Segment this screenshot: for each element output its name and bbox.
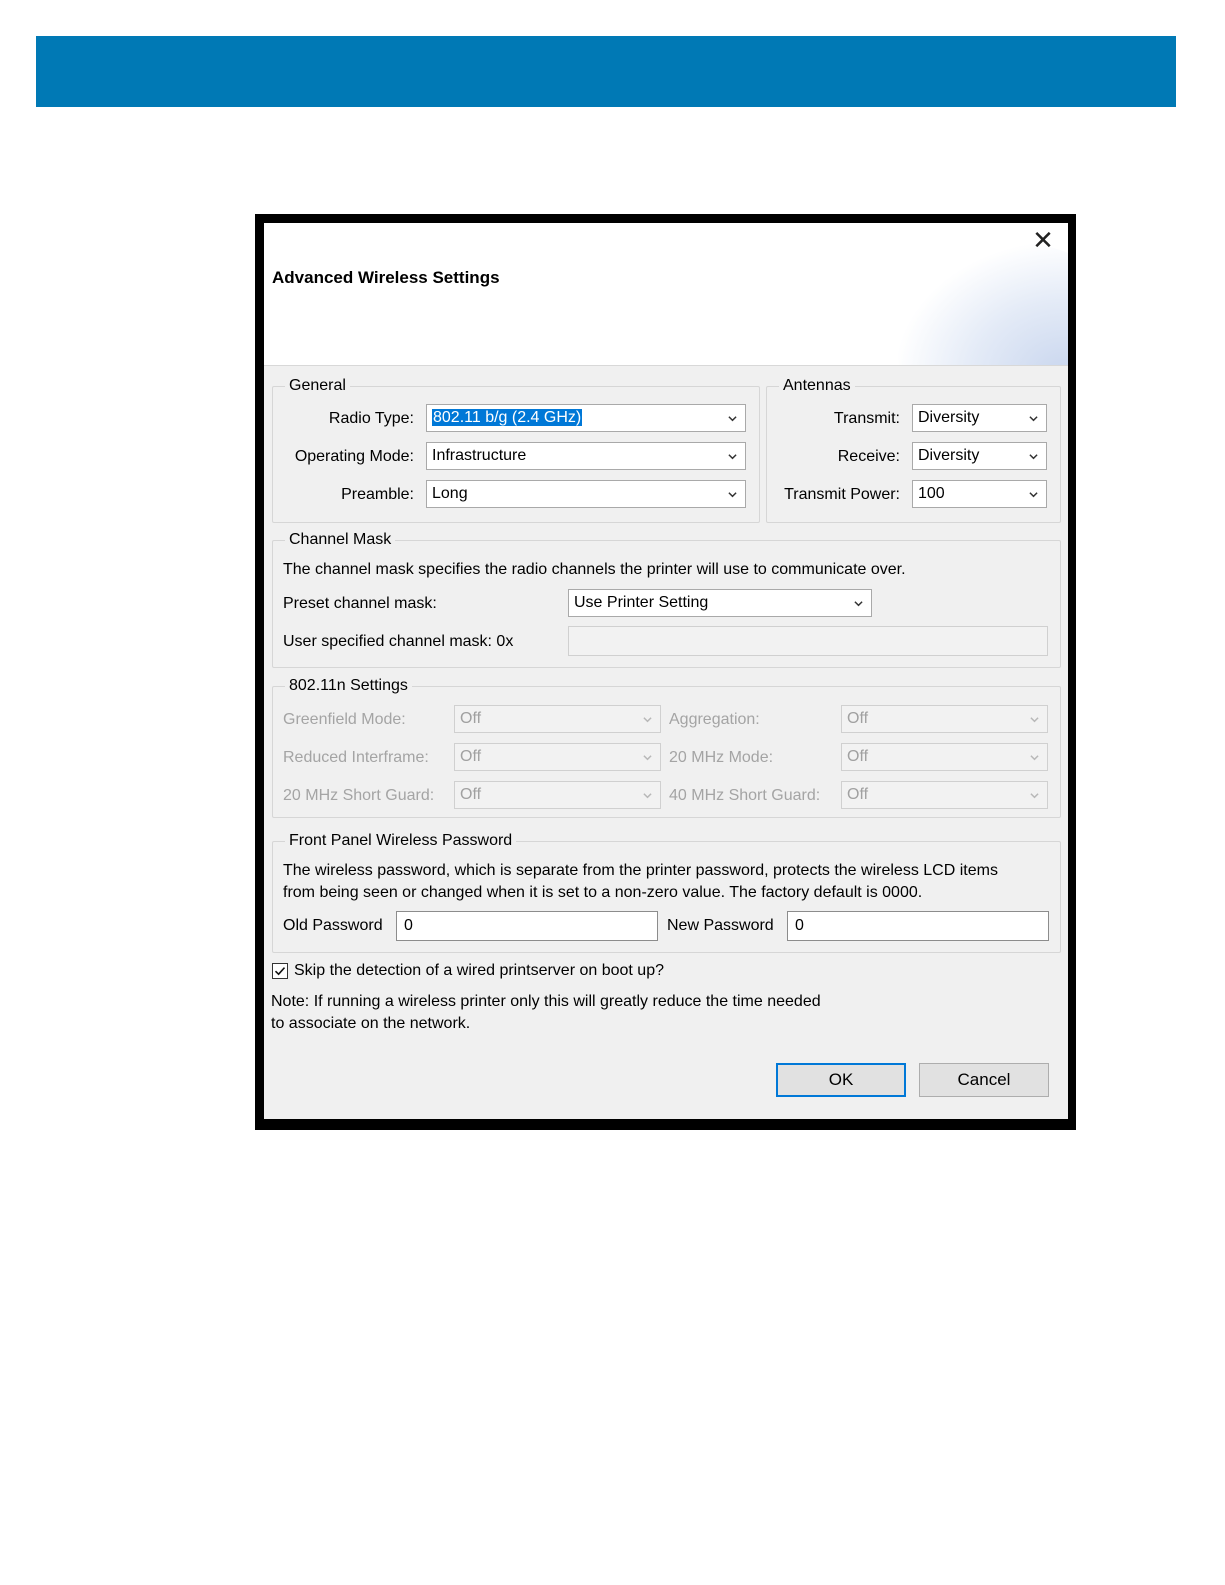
chevron-down-icon: [1029, 492, 1038, 498]
note-line2: to associate on the network.: [271, 1015, 471, 1032]
note-line1: Note: If running a wireless printer only…: [271, 993, 821, 1010]
chevron-down-icon: [643, 717, 652, 723]
operating-mode-label: Operating Mode:: [294, 448, 414, 465]
radio-type-value: 802.11 b/g (2.4 GHz): [432, 409, 583, 426]
cancel-button[interactable]: Cancel: [919, 1063, 1049, 1097]
preset-channel-mask-label: Preset channel mask:: [283, 595, 437, 612]
receive-dropdown[interactable]: Diversity: [912, 442, 1047, 470]
antennas-legend: Antennas: [779, 377, 855, 395]
reduced-interframe-dropdown[interactable]: Off: [454, 743, 661, 771]
new-password-input[interactable]: 0: [787, 911, 1049, 941]
transmit-label: Transmit:: [833, 410, 900, 427]
password-description-line1: The wireless password, which is separate…: [283, 862, 998, 879]
greenfield-mode-label: Greenfield Mode:: [283, 711, 406, 728]
short-guard-40-dropdown[interactable]: Off: [841, 781, 1048, 809]
preamble-value: Long: [432, 485, 468, 502]
chevron-down-icon: [1029, 416, 1038, 422]
greenfield-mode-value: Off: [460, 710, 482, 727]
skip-detection-label[interactable]: Skip the detection of a wired printserve…: [294, 961, 664, 981]
transmit-power-value: 100: [918, 485, 945, 502]
channel-mask-description: The channel mask specifies the radio cha…: [283, 561, 906, 578]
aggregation-dropdown[interactable]: Off: [841, 705, 1048, 733]
reduced-interframe-value: Off: [460, 748, 482, 765]
user-channel-mask-label: User specified channel mask: 0x: [283, 633, 514, 650]
short-guard-20-value: Off: [460, 786, 482, 803]
header-decoration: [898, 243, 1068, 365]
advanced-wireless-settings-dialog: ✕ Advanced Wireless Settings General Rad…: [264, 223, 1068, 1119]
header-banner: [36, 36, 1176, 107]
ok-button[interactable]: OK: [776, 1063, 906, 1097]
general-legend: General: [285, 377, 350, 395]
chevron-down-icon: [1030, 793, 1039, 799]
chevron-down-icon: [728, 454, 737, 460]
n-settings-legend: 802.11n Settings: [285, 677, 412, 695]
preamble-label: Preamble:: [341, 486, 414, 503]
new-password-label: New Password: [667, 917, 774, 934]
password-description-line2: from being seen or changed when it is se…: [283, 884, 923, 901]
short-guard-20-label: 20 MHz Short Guard:: [283, 787, 435, 804]
password-legend: Front Panel Wireless Password: [285, 832, 517, 850]
chevron-down-icon: [854, 601, 863, 607]
chevron-down-icon: [643, 755, 652, 761]
dialog-header: ✕ Advanced Wireless Settings: [264, 223, 1068, 366]
user-channel-mask-input[interactable]: [568, 626, 1048, 656]
mode-20mhz-label: 20 MHz Mode:: [669, 749, 774, 766]
receive-value: Diversity: [918, 447, 980, 464]
chevron-down-icon: [728, 416, 737, 422]
chevron-down-icon: [643, 793, 652, 799]
aggregation-label: Aggregation:: [669, 711, 760, 728]
transmit-power-dropdown[interactable]: 100: [912, 480, 1047, 508]
greenfield-mode-dropdown[interactable]: Off: [454, 705, 661, 733]
preset-channel-mask-dropdown[interactable]: Use Printer Setting: [568, 589, 872, 617]
transmit-dropdown[interactable]: Diversity: [912, 404, 1047, 432]
receive-label: Receive:: [837, 448, 900, 465]
preset-channel-mask-value: Use Printer Setting: [574, 594, 709, 611]
radio-type-label: Radio Type:: [328, 410, 414, 427]
old-password-label: Old Password: [283, 917, 383, 934]
chevron-down-icon: [1030, 717, 1039, 723]
short-guard-40-label: 40 MHz Short Guard:: [669, 787, 821, 804]
mode-20mhz-value: Off: [847, 748, 869, 765]
short-guard-40-value: Off: [847, 786, 869, 803]
chevron-down-icon: [728, 492, 737, 498]
channel-mask-legend: Channel Mask: [285, 531, 396, 549]
skip-detection-checkbox[interactable]: [272, 963, 288, 979]
old-password-input[interactable]: 0: [396, 911, 658, 941]
operating-mode-dropdown[interactable]: Infrastructure: [426, 442, 746, 470]
transmit-value: Diversity: [918, 409, 980, 426]
aggregation-value: Off: [847, 710, 869, 727]
operating-mode-value: Infrastructure: [432, 447, 527, 464]
short-guard-20-dropdown[interactable]: Off: [454, 781, 661, 809]
dialog-title: Advanced Wireless Settings: [272, 268, 500, 287]
close-icon[interactable]: ✕: [1028, 227, 1058, 253]
radio-type-dropdown[interactable]: 802.11 b/g (2.4 GHz): [426, 404, 746, 432]
transmit-power-label: Transmit Power:: [784, 486, 900, 503]
checkmark-icon: [274, 967, 286, 976]
chevron-down-icon: [1029, 454, 1038, 460]
reduced-interframe-label: Reduced Interframe:: [283, 749, 429, 766]
preamble-dropdown[interactable]: Long: [426, 480, 746, 508]
chevron-down-icon: [1030, 755, 1039, 761]
mode-20mhz-dropdown[interactable]: Off: [841, 743, 1048, 771]
